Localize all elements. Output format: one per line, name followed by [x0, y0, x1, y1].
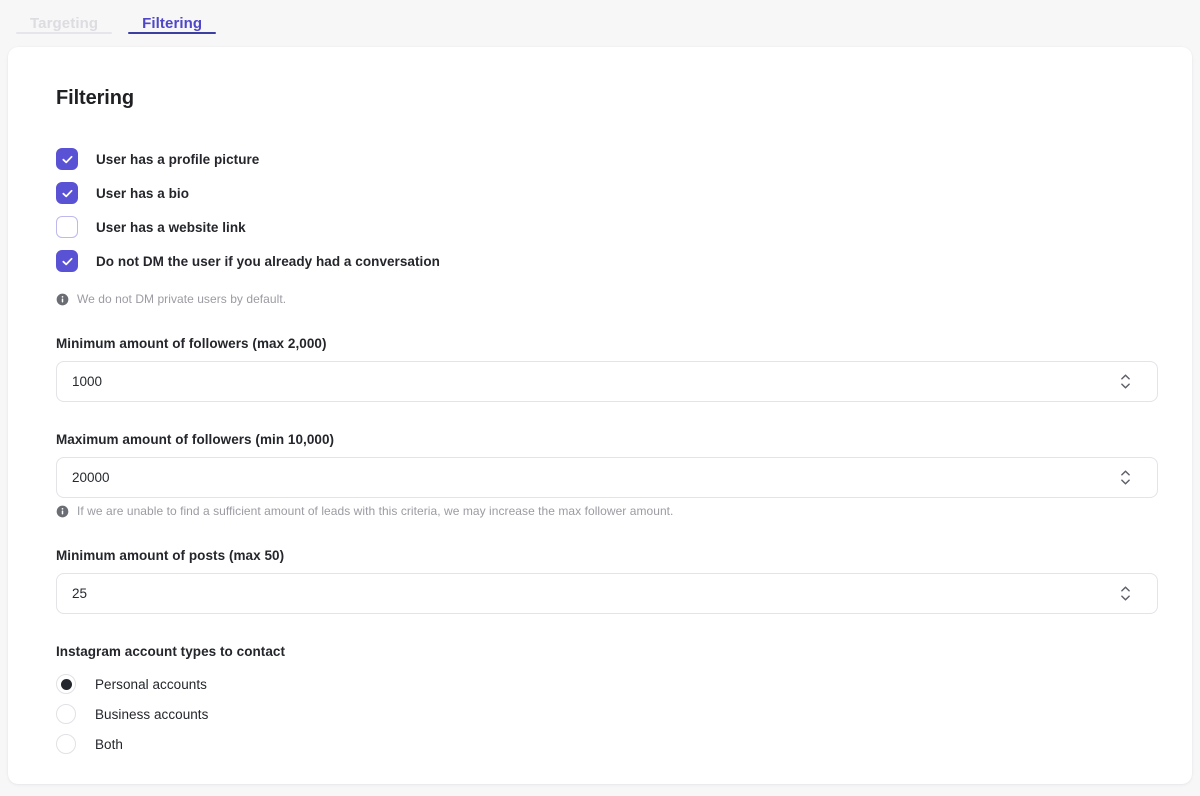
- chevron-up-icon[interactable]: [1121, 586, 1130, 592]
- hint-max-followers-text: If we are unable to find a sufficient am…: [77, 504, 674, 518]
- radio-personal-accounts[interactable]: [56, 674, 76, 694]
- radio-label-business-accounts: Business accounts: [95, 706, 209, 722]
- label-max-followers: Maximum amount of followers (min 10,000): [56, 432, 335, 447]
- radio-label-both: Both: [95, 736, 123, 752]
- tab-bar: Targeting Filtering: [0, 0, 1200, 47]
- label-min-followers: Minimum amount of followers (max 2,000): [56, 336, 327, 351]
- check-icon: [61, 189, 72, 197]
- field-min-followers: Minimum amount of followers (max 2,000): [56, 336, 1158, 402]
- chevron-up-icon[interactable]: [1121, 374, 1130, 380]
- chevron-down-icon[interactable]: [1121, 383, 1130, 389]
- tab-filtering-label: Filtering: [142, 15, 203, 32]
- radio-row-personal-accounts[interactable]: Personal accounts: [56, 669, 1144, 699]
- label-min-posts: Minimum amount of posts (max 50): [56, 548, 285, 563]
- check-icon: [61, 155, 72, 163]
- spinner-min-followers[interactable]: [1119, 372, 1132, 392]
- input-min-posts[interactable]: [56, 573, 1158, 614]
- input-max-followers[interactable]: [56, 457, 1158, 498]
- label-account-types: Instagram account types to contact: [56, 644, 285, 659]
- chevron-down-icon[interactable]: [1121, 479, 1130, 485]
- field-min-posts: Minimum amount of posts (max 50): [56, 548, 1158, 614]
- checkbox-label-profile-picture: User has a profile picture: [96, 151, 260, 167]
- checkbox-website-link[interactable]: [56, 216, 78, 238]
- input-wrap-min-posts: [56, 573, 1158, 614]
- checkbox-row-bio[interactable]: User has a bio: [56, 176, 1144, 210]
- tab-filtering[interactable]: Filtering: [120, 0, 224, 40]
- checkbox-label-website-link: User has a website link: [96, 219, 246, 235]
- chevron-down-icon[interactable]: [1121, 595, 1130, 601]
- checkbox-row-no-duplicate-dm[interactable]: Do not DM the user if you already had a …: [56, 244, 1144, 278]
- page-title: Filtering: [56, 87, 134, 109]
- tab-targeting[interactable]: Targeting: [8, 0, 120, 40]
- info-icon: [56, 293, 69, 306]
- check-icon: [61, 257, 72, 265]
- checkbox-bio[interactable]: [56, 182, 78, 204]
- filtering-card: Filtering User has a profile picture Use…: [8, 47, 1192, 784]
- checkbox-profile-picture[interactable]: [56, 148, 78, 170]
- checkbox-row-profile-picture[interactable]: User has a profile picture: [56, 142, 1144, 176]
- spinner-max-followers[interactable]: [1119, 468, 1132, 488]
- chevron-up-icon[interactable]: [1121, 470, 1130, 476]
- radio-both[interactable]: [56, 734, 76, 754]
- radio-row-business-accounts[interactable]: Business accounts: [56, 699, 1144, 729]
- checkbox-label-no-duplicate-dm: Do not DM the user if you already had a …: [96, 253, 440, 269]
- input-wrap-max-followers: [56, 457, 1158, 498]
- input-min-followers[interactable]: [56, 361, 1158, 402]
- checkbox-no-duplicate-dm[interactable]: [56, 250, 78, 272]
- spinner-min-posts[interactable]: [1119, 584, 1132, 604]
- radio-label-personal-accounts: Personal accounts: [95, 676, 207, 692]
- radio-row-both[interactable]: Both: [56, 729, 1144, 759]
- checkbox-row-website-link[interactable]: User has a website link: [56, 210, 1144, 244]
- hint-private-users: We do not DM private users by default.: [56, 292, 1144, 306]
- radio-group-account-types: Personal accounts Business accounts Both: [56, 669, 1144, 759]
- hint-private-users-text: We do not DM private users by default.: [77, 292, 287, 306]
- radio-business-accounts[interactable]: [56, 704, 76, 724]
- input-wrap-min-followers: [56, 361, 1158, 402]
- field-account-types: Instagram account types to contact Perso…: [56, 644, 1144, 759]
- checkbox-label-bio: User has a bio: [96, 185, 189, 201]
- filter-checkbox-list: User has a profile picture User has a bi…: [56, 142, 1144, 278]
- field-max-followers: Maximum amount of followers (min 10,000): [56, 432, 1158, 518]
- hint-max-followers: If we are unable to find a sufficient am…: [56, 504, 1144, 518]
- tab-targeting-label: Targeting: [30, 15, 99, 32]
- info-icon: [56, 505, 69, 518]
